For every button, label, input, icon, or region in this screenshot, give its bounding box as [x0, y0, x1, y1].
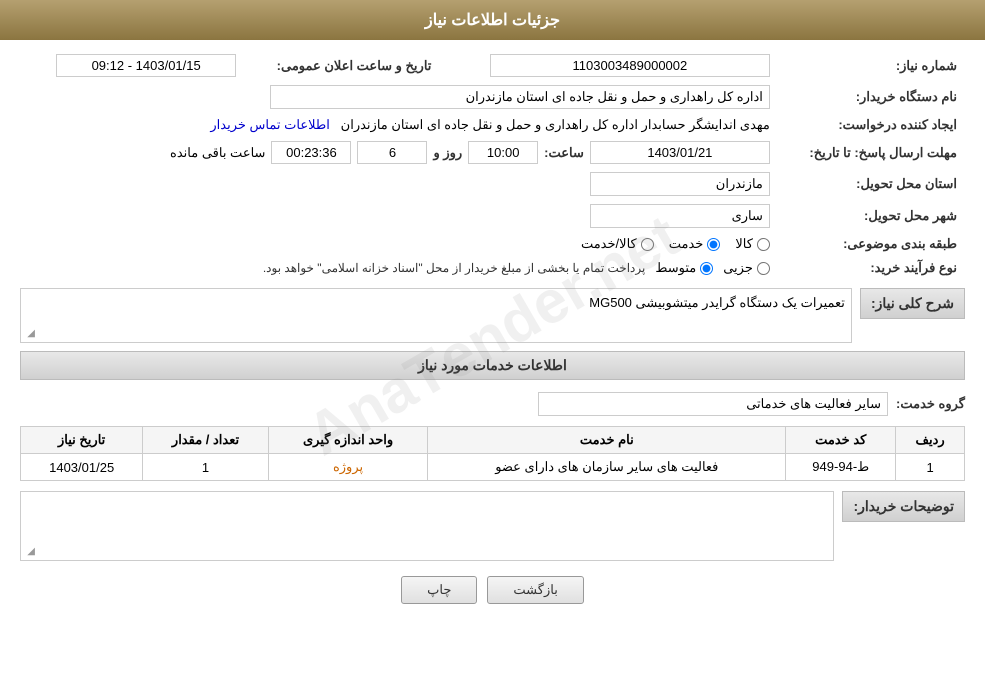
radio-motevaset-label: متوسط — [655, 260, 696, 276]
th-date: تاریخ نیاز — [21, 427, 143, 454]
deadline-remaining-label: ساعت باقی مانده — [170, 145, 265, 161]
deadline-time-label: ساعت: — [544, 145, 584, 161]
btn-group: بازگشت چاپ — [20, 576, 965, 604]
cell-name: فعالیت های سایر سازمان های دارای عضو — [428, 454, 786, 481]
cell-quantity: 1 — [143, 454, 268, 481]
creator-value: مهدی اندایشگر حسابدار اداره کل راهداری و… — [20, 113, 778, 137]
purchase-type-label: نوع فرآیند خرید: — [778, 256, 965, 280]
page-wrapper: جزئیات اطلاعات نیاز شماره نیاز: 11030034… — [0, 0, 985, 691]
th-row: ردیف — [896, 427, 965, 454]
radio-khedmat-label: خدمت — [669, 236, 704, 252]
creator-link[interactable]: اطلاعات تماس خریدار — [210, 117, 329, 132]
th-unit: واحد اندازه گیری — [268, 427, 428, 454]
category-option-kala: کالا — [735, 236, 770, 252]
deadline-date-box: 1403/01/21 — [590, 141, 770, 164]
need-desc-section-title: شرح کلی نیاز: — [860, 288, 965, 319]
cell-unit: پروژه — [268, 454, 428, 481]
resize-handle-need-desc: ◢ — [23, 328, 35, 340]
category-label: طبقه بندی موضوعی: — [778, 232, 965, 256]
service-info-title: اطلاعات خدمات مورد نیاز — [20, 351, 965, 380]
need-desc-box: تعمیرات یک دستگاه گرایدر میتشوبیشی MG500… — [20, 288, 852, 343]
purchase-type-jozii: جزیی — [723, 260, 770, 276]
delivery-city-box: ساری — [590, 204, 770, 228]
buyer-org-box: اداره کل راهداری و حمل و نقل جاده ای است… — [270, 85, 770, 109]
announce-label: تاریخ و ساعت اعلان عمومی: — [244, 50, 439, 81]
th-code: کد خدمت — [786, 427, 896, 454]
need-desc-label: شرح کلی نیاز: — [871, 295, 954, 312]
purchase-type-note: پرداخت تمام یا بخشی از مبلغ خریدار از مح… — [263, 261, 646, 275]
content-area: شماره نیاز: 1103003489000002 تاریخ و ساع… — [0, 40, 985, 629]
announce-value: 1403/01/15 - 09:12 — [20, 50, 244, 81]
buyer-org-value: اداره کل راهداری و حمل و نقل جاده ای است… — [20, 81, 778, 113]
cell-date: 1403/01/25 — [21, 454, 143, 481]
cell-row: 1 — [896, 454, 965, 481]
category-option-kala-khedmat: کالا/خدمت — [581, 236, 654, 252]
radio-khedmat[interactable] — [707, 238, 720, 251]
radio-motevaset[interactable] — [700, 262, 713, 275]
print-button[interactable]: چاپ — [401, 576, 477, 604]
service-table: ردیف کد خدمت نام خدمت واحد اندازه گیری ت… — [20, 426, 965, 481]
radio-jozii[interactable] — [757, 262, 770, 275]
deadline-row: 1403/01/21 ساعت: 10:00 روز و 6 00:23:36 … — [20, 137, 778, 168]
category-option-khedmat: خدمت — [669, 236, 721, 252]
back-button[interactable]: بازگشت — [487, 576, 583, 604]
buyer-notes-label: توضیحات خریدار: — [853, 498, 954, 515]
radio-kala[interactable] — [757, 238, 770, 251]
deadline-label: مهلت ارسال پاسخ: تا تاریخ: — [778, 137, 965, 168]
service-group-box: سایر فعالیت های خدماتی — [538, 392, 888, 416]
deadline-days-box: 6 — [357, 141, 427, 164]
service-group-row: گروه خدمت: سایر فعالیت های خدماتی — [20, 388, 965, 420]
need-desc-section: شرح کلی نیاز: تعمیرات یک دستگاه گرایدر م… — [20, 288, 965, 343]
delivery-province-box: مازندران — [590, 172, 770, 196]
need-desc-value: تعمیرات یک دستگاه گرایدر میتشوبیشی MG500 — [589, 295, 845, 310]
delivery-city-label: شهر محل تحویل: — [778, 200, 965, 232]
page-title: جزئیات اطلاعات نیاز — [425, 12, 560, 29]
radio-kala-khedmat[interactable] — [641, 238, 654, 251]
creator-text: مهدی اندایشگر حسابدار اداره کل راهداری و… — [341, 117, 770, 132]
category-radio-group: کالا خدمت کالا/خدمت — [28, 236, 770, 252]
cell-code: ط-94-949 — [786, 454, 896, 481]
radio-kala-khedmat-label: کالا/خدمت — [581, 236, 637, 252]
creator-label: ایجاد کننده درخواست: — [778, 113, 965, 137]
table-row: 1 ط-94-949 فعالیت های سایر سازمان های دا… — [21, 454, 965, 481]
delivery-province-label: استان محل تحویل: — [778, 168, 965, 200]
buyer-org-label: نام دستگاه خریدار: — [778, 81, 965, 113]
deadline-days-label: روز و — [433, 145, 462, 161]
purchase-type-motevaset: متوسط — [655, 260, 713, 276]
deadline-remaining-box: 00:23:36 — [271, 141, 351, 164]
buyer-notes-box: ◢ — [20, 491, 834, 561]
radio-kala-label: کالا — [735, 236, 753, 252]
buyer-notes-title-box: توضیحات خریدار: — [842, 491, 965, 522]
page-header: جزئیات اطلاعات نیاز — [0, 0, 985, 40]
purchase-type-row: جزیی متوسط پرداخت تمام یا بخشی از مبلغ خ… — [28, 260, 770, 276]
radio-jozii-label: جزیی — [723, 260, 753, 276]
deadline-time-box: 10:00 — [468, 141, 538, 164]
need-number-box: 1103003489000002 — [490, 54, 770, 77]
need-number-value: 1103003489000002 — [439, 50, 777, 81]
buyer-notes-wrapper: توضیحات خریدار: ◢ — [20, 491, 965, 561]
info-table-main: شماره نیاز: 1103003489000002 تاریخ و ساع… — [20, 50, 965, 280]
service-group-label: گروه خدمت: — [896, 396, 965, 412]
th-name: نام خدمت — [428, 427, 786, 454]
deadline-time-row: 1403/01/21 ساعت: 10:00 روز و 6 00:23:36 … — [28, 141, 770, 164]
need-number-label: شماره نیاز: — [778, 50, 965, 81]
resize-handle-buyer-notes: ◢ — [23, 546, 35, 558]
announce-box: 1403/01/15 - 09:12 — [56, 54, 236, 77]
th-quantity: تعداد / مقدار — [143, 427, 268, 454]
